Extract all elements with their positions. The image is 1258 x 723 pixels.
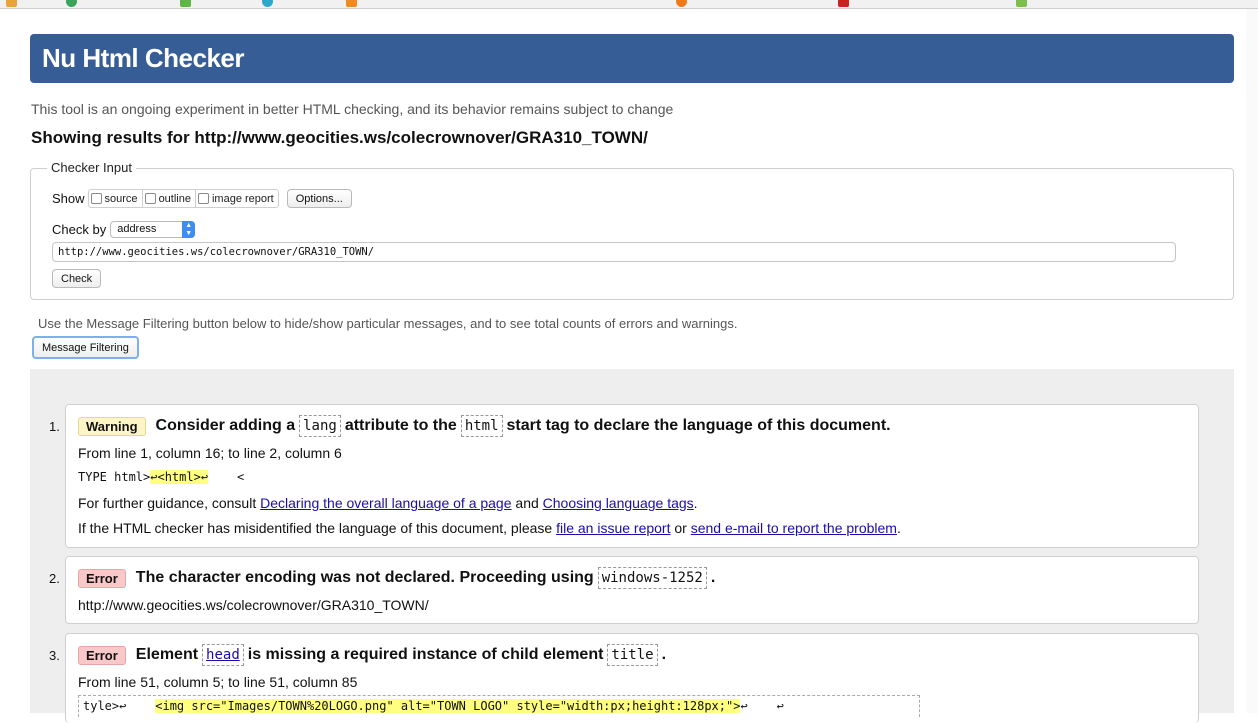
bookmark-icon[interactable] bbox=[838, 0, 849, 7]
bookmark-icon[interactable] bbox=[180, 0, 191, 7]
language-tags-link[interactable]: Choosing language tags bbox=[543, 495, 694, 511]
extract-text: tyle>↩ bbox=[83, 699, 156, 713]
extract-text: < bbox=[208, 470, 245, 484]
message-location: From line 1, column 16; to line 2, colum… bbox=[78, 445, 342, 461]
show-label: Show bbox=[52, 191, 85, 206]
message-text: start tag to declare the language of thi… bbox=[506, 417, 891, 434]
message-title: Error The character encoding was not dec… bbox=[78, 567, 715, 589]
bookmark-icon[interactable] bbox=[6, 0, 17, 7]
language-declaration-link[interactable]: Declaring the overall language of a page bbox=[260, 495, 511, 511]
check-by-label: Check by bbox=[52, 222, 107, 237]
tool-notice: This tool is an ongoing experiment in be… bbox=[31, 101, 674, 117]
show-outline-option[interactable]: outline bbox=[141, 189, 195, 208]
message-url: http://www.geocities.ws/colecrownover/GR… bbox=[78, 597, 429, 613]
source-extract: TYPE html>↩<html>↩ < bbox=[78, 470, 244, 484]
bookmark-icon[interactable] bbox=[676, 0, 687, 7]
source-checkbox[interactable] bbox=[90, 193, 102, 204]
report-text: . bbox=[896, 520, 901, 536]
bookmark-icon[interactable] bbox=[66, 0, 77, 7]
file-issue-link[interactable]: file an issue report bbox=[556, 520, 670, 536]
message-text: . bbox=[661, 646, 667, 663]
header-banner: Nu Html Checker bbox=[30, 34, 1234, 83]
extract-highlight: <img src="Images/TOWN%20LOGO.png" alt="T… bbox=[155, 699, 741, 713]
bookmarks-bar bbox=[0, 0, 1258, 9]
check-by-value: address bbox=[117, 223, 157, 235]
show-image-report-option[interactable]: image report bbox=[194, 189, 279, 208]
error-badge: Error bbox=[78, 568, 126, 588]
message-text: is missing a required instance of child … bbox=[247, 646, 604, 663]
bookmark-icon[interactable] bbox=[346, 0, 357, 7]
filter-instructions: Use the Message Filtering button below t… bbox=[38, 316, 738, 331]
message-title: Warning Consider adding a lang attribute… bbox=[78, 415, 891, 437]
message-number: 3. bbox=[49, 648, 60, 663]
show-source-option[interactable]: source bbox=[87, 189, 142, 208]
message-error: Error The character encoding was not dec… bbox=[65, 556, 1199, 624]
message-text: attribute to the bbox=[344, 417, 457, 434]
code-snippet: lang bbox=[299, 415, 341, 437]
warning-badge: Warning bbox=[78, 416, 146, 436]
code-snippet: title bbox=[607, 644, 658, 666]
guidance-text: . bbox=[693, 495, 698, 511]
bookmark-icon[interactable] bbox=[1016, 0, 1027, 7]
message-filtering-button[interactable]: Message Filtering bbox=[32, 336, 139, 359]
message-location: From line 51, column 5; to line 51, colu… bbox=[78, 674, 358, 690]
head-element-link[interactable]: head bbox=[202, 644, 244, 666]
message-warning: Warning Consider adding a lang attribute… bbox=[65, 404, 1199, 548]
outline-checkbox[interactable] bbox=[144, 193, 156, 204]
error-badge: Error bbox=[78, 645, 126, 665]
message-text: Consider adding a bbox=[155, 417, 296, 434]
code-snippet: windows-1252 bbox=[597, 567, 707, 589]
page-title: Nu Html Checker bbox=[42, 43, 245, 73]
extract-highlight: ↩<html>↩ bbox=[150, 470, 209, 484]
report-text: If the HTML checker has misidentified th… bbox=[78, 520, 553, 536]
bookmark-icon[interactable] bbox=[262, 0, 273, 7]
checker-input-fieldset: Checker Input Show source outline image … bbox=[30, 160, 1234, 300]
url-input[interactable]: http://www.geocities.ws/colecrownover/GR… bbox=[52, 242, 1176, 262]
guidance-line: For further guidance, consult Declaring … bbox=[78, 495, 698, 511]
options-button[interactable]: Options... bbox=[286, 189, 352, 208]
source-label: source bbox=[104, 192, 138, 205]
report-text: or bbox=[674, 520, 687, 536]
message-text: Element bbox=[135, 646, 199, 663]
message-title: Error Element head is missing a required… bbox=[78, 644, 666, 666]
check-button[interactable]: Check bbox=[52, 269, 102, 288]
image-report-label: image report bbox=[211, 192, 274, 205]
checker-input-legend: Checker Input bbox=[47, 160, 136, 175]
source-extract: tyle>↩ <img src="Images/TOWN%20LOGO.png"… bbox=[78, 695, 920, 717]
message-number: 1. bbox=[49, 419, 60, 434]
message-number: 2. bbox=[49, 571, 60, 586]
send-email-link[interactable]: send e-mail to report the problem bbox=[691, 520, 897, 536]
message-error: Error Element head is missing a required… bbox=[65, 633, 1199, 723]
guidance-text: For further guidance, consult bbox=[78, 495, 257, 511]
code-snippet: html bbox=[460, 415, 503, 437]
message-text: . bbox=[710, 569, 716, 586]
check-by-select[interactable]: address ▲ ▼ bbox=[110, 221, 196, 238]
results-heading: Showing results for http://www.geocities… bbox=[31, 128, 648, 147]
extract-text: TYPE html> bbox=[78, 470, 151, 484]
extract-text: ↩ ↩ bbox=[740, 699, 784, 713]
image-report-checkbox[interactable] bbox=[197, 193, 209, 204]
show-options-row: Show source outline image report Options… bbox=[52, 189, 352, 208]
check-by-row: Check by address ▲ ▼ bbox=[52, 221, 196, 238]
scrollbar[interactable] bbox=[1246, 9, 1258, 713]
report-line: If the HTML checker has misidentified th… bbox=[78, 520, 901, 536]
message-text: The character encoding was not declared.… bbox=[135, 569, 594, 586]
guidance-text: and bbox=[515, 495, 539, 511]
select-arrows-icon: ▲ ▼ bbox=[182, 221, 196, 238]
outline-label: outline bbox=[158, 192, 191, 205]
